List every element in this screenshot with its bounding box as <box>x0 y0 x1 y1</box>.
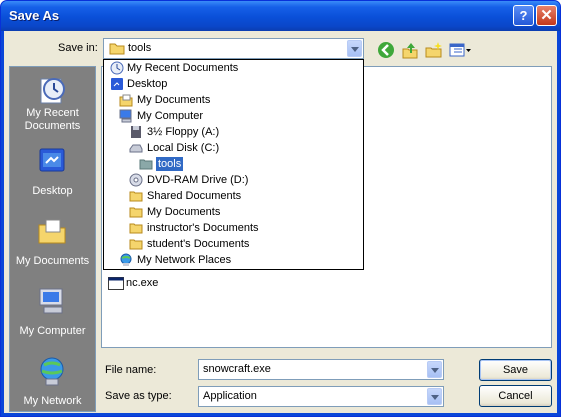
place-my-documents[interactable]: My Documents <box>10 209 95 277</box>
dropdown-item-label: Shared Documents <box>147 190 242 202</box>
local-disk-icon <box>129 144 143 153</box>
network-places-icon <box>120 253 132 266</box>
window-title: Save As <box>9 8 60 23</box>
dropdown-item-label: My Computer <box>137 110 204 122</box>
place-label: My Documents <box>15 255 90 267</box>
up-folder-icon[interactable] <box>401 41 419 59</box>
close-button[interactable]: ✕ <box>536 5 557 26</box>
save-in-label: Save in: <box>58 42 98 54</box>
file-name-text: nc.exe <box>126 277 159 289</box>
save-in-dropdown-list[interactable]: My Recent Documents Desktop My Documents… <box>103 59 364 270</box>
folder-open-icon <box>139 159 153 170</box>
save-as-type-value: Application <box>203 390 257 402</box>
new-folder-icon[interactable] <box>425 41 443 59</box>
folder-icon <box>129 191 143 202</box>
place-my-computer[interactable]: My Computer <box>10 279 95 347</box>
cancel-button[interactable]: Cancel <box>479 385 552 407</box>
file-name-field[interactable]: snowcraft.exe <box>198 359 444 380</box>
back-icon[interactable] <box>377 41 395 59</box>
exe-file-icon <box>108 277 124 290</box>
title-bar[interactable]: Save As ? ✕ <box>1 1 560 31</box>
places-bar: My Recent Documents Desktop My Documents <box>9 66 96 412</box>
file-name-label: File name: <box>105 364 157 376</box>
file-name-value: snowcraft.exe <box>203 363 271 375</box>
dropdown-item-label: student's Documents <box>147 238 250 250</box>
dvd-drive-icon <box>129 173 143 187</box>
place-label: My Computer <box>19 325 86 337</box>
dropdown-item-label: DVD-RAM Drive (D:) <box>147 174 249 186</box>
my-computer-icon <box>119 109 132 123</box>
dropdown-item-label: Desktop <box>127 78 168 90</box>
my-documents-icon <box>38 219 66 244</box>
place-label: Desktop <box>32 185 73 197</box>
dropdown-item-label: My Documents <box>147 206 221 218</box>
place-label: My Recent Documents <box>24 107 81 132</box>
place-recent-documents[interactable]: My Recent Documents <box>10 67 95 135</box>
recent-documents-icon <box>40 78 65 104</box>
chevron-down-icon[interactable] <box>347 40 362 57</box>
dropdown-item-label: My Recent Documents <box>127 62 239 74</box>
folder-icon <box>129 207 143 218</box>
folder-icon <box>129 223 143 234</box>
desktop-icon <box>39 148 65 172</box>
save-button[interactable]: Save <box>479 359 552 381</box>
save-in-value: tools <box>128 42 152 54</box>
folder-open-icon <box>109 43 125 55</box>
folder-icon <box>129 239 143 250</box>
place-desktop[interactable]: Desktop <box>10 139 95 207</box>
save-as-type-label: Save as type: <box>105 390 172 402</box>
my-network-icon <box>40 357 64 386</box>
dropdown-item-label: My Network Places <box>137 254 232 266</box>
dropdown-item-label: Local Disk (C:) <box>147 142 220 154</box>
save-as-type-select[interactable]: Application <box>198 386 444 407</box>
chevron-down-icon[interactable] <box>427 388 442 405</box>
views-menu-icon[interactable] <box>449 41 473 59</box>
recent-documents-icon <box>110 61 124 75</box>
dropdown-item-label: tools <box>156 157 184 171</box>
chevron-down-icon[interactable] <box>427 361 442 378</box>
dropdown-item-label: instructor's Documents <box>147 222 259 234</box>
dropdown-item-label: 3½ Floppy (A:) <box>147 126 220 138</box>
place-my-network[interactable]: My Network <box>10 349 95 416</box>
floppy-icon <box>131 126 141 138</box>
save-in-combo[interactable]: tools <box>103 38 364 59</box>
my-computer-icon <box>39 288 63 314</box>
dialog-body: Save in: tools My Recent Documents Deskt… <box>4 31 557 413</box>
save-as-dialog: Save As ? ✕ Save in: tools My Recent Doc… <box>0 0 561 417</box>
my-documents-icon <box>119 94 133 107</box>
help-button[interactable]: ? <box>513 5 534 26</box>
place-label: My Network <box>23 395 82 407</box>
desktop-icon <box>111 78 123 90</box>
dropdown-item-label: My Documents <box>137 94 211 106</box>
